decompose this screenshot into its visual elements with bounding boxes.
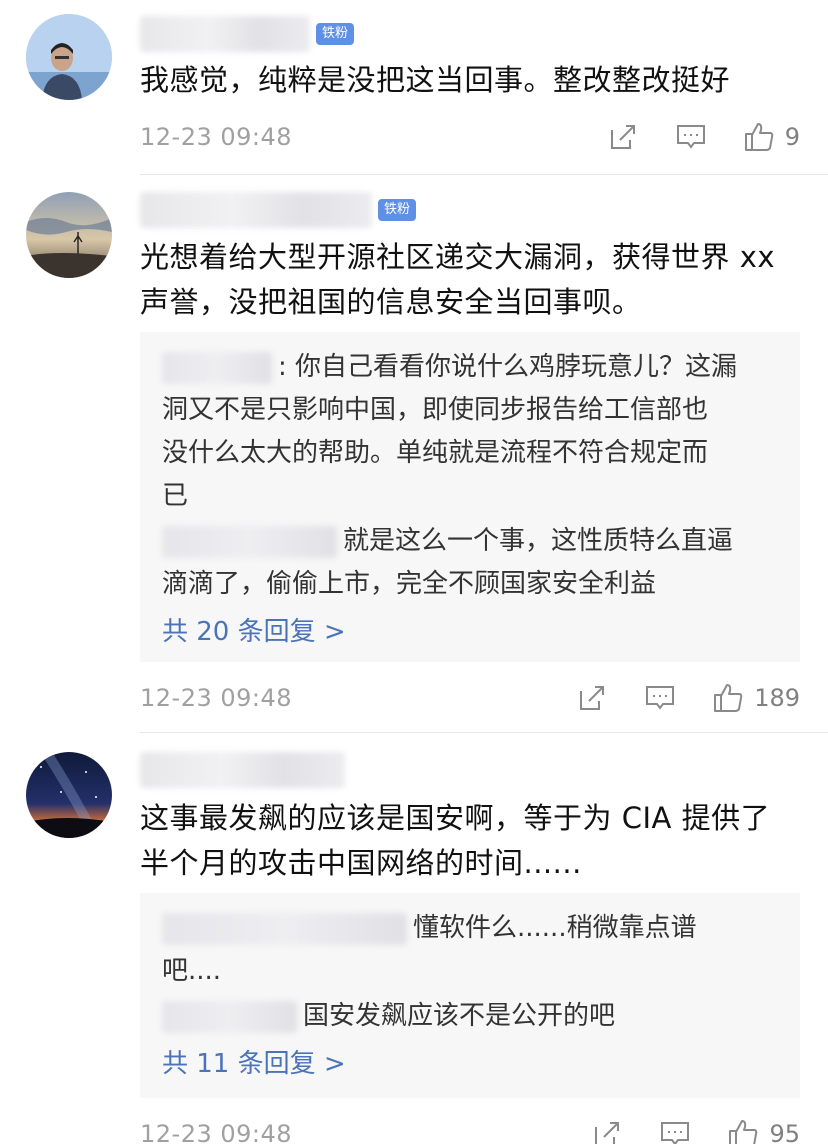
reply-line: 国安发飙应该不是公开的吧 — [162, 995, 778, 1038]
username-row: 铁粉 — [140, 190, 417, 230]
view-all-replies-link[interactable]: 共 11 条回复 > — [162, 1044, 778, 1084]
reply-item[interactable]: 懂软件么......稍微靠点谱 吧.... — [162, 907, 778, 993]
username-blurred[interactable] — [140, 752, 345, 788]
thumbs-up-icon[interactable] — [743, 121, 775, 153]
reply-line: 没什么太大的帮助。单纯就是流程不符合规定而 — [162, 438, 709, 468]
reply-line: 已 — [162, 481, 189, 511]
username-row — [140, 750, 345, 790]
divider — [140, 732, 828, 733]
like-count: 189 — [754, 684, 800, 712]
comment-time: 12-23 09:48 — [140, 1120, 293, 1144]
action-bar: 9 — [607, 121, 800, 153]
reply-username-blurred[interactable] — [162, 912, 407, 945]
avatar[interactable] — [26, 14, 112, 100]
username-blurred[interactable] — [140, 192, 372, 228]
reply-line: 滴滴了，偷偷上市，完全不顾国家安全利益 — [162, 569, 657, 599]
avatar-image — [26, 192, 112, 278]
comment-footer: 12-23 09:48 189 — [140, 678, 800, 718]
reply-username-blurred[interactable] — [162, 351, 272, 384]
comment-text: 这事最发飙的应该是国安啊，等于为 CIA 提供了 半个月的攻击中国网络的时间..… — [140, 796, 800, 886]
fan-badge: 铁粉 — [316, 23, 355, 45]
reply-line: 懂软件么......稍微靠点谱 — [162, 907, 778, 950]
username-row: 铁粉 — [140, 14, 355, 54]
comment-footer: 12-23 09:48 9 — [140, 117, 800, 157]
reply-item[interactable]: : 你自己看看你说什么鸡脖玩意儿？这漏 洞又不是只影响中国，即使同步报告给工信部… — [162, 346, 778, 518]
like-count: 9 — [784, 123, 800, 151]
avatar-image — [26, 752, 112, 838]
share-icon[interactable] — [591, 1118, 623, 1144]
action-bar: 189 — [576, 682, 800, 714]
thumbs-up-icon[interactable] — [712, 682, 744, 714]
comment-icon[interactable] — [659, 1118, 691, 1144]
avatar[interactable] — [26, 192, 112, 278]
comment-text-line: 光想着给大型开源社区递交大漏洞，获得世界 xx — [140, 240, 776, 274]
comment-text: 我感觉，纯粹是没把这当回事。整改整改挺好 — [140, 63, 731, 97]
reply-line: : 你自己看看你说什么鸡脖玩意儿？这漏 — [162, 346, 778, 389]
reply-item[interactable]: 国安发飙应该不是公开的吧 — [162, 995, 778, 1038]
reply-line: 洞又不是只影响中国，即使同步报告给工信部也 — [162, 395, 709, 425]
reply-preview-box[interactable]: 懂软件么......稍微靠点谱 吧.... 国安发飙应该不是公开的吧 共 11 … — [140, 893, 800, 1098]
reply-username-blurred[interactable] — [162, 525, 337, 558]
like-count: 95 — [769, 1120, 800, 1144]
comment-time: 12-23 09:48 — [140, 123, 293, 151]
comment-icon[interactable] — [644, 682, 676, 714]
view-all-replies-link[interactable]: 共 20 条回复 > — [162, 612, 778, 652]
avatar-image — [26, 14, 112, 100]
action-bar: 95 — [591, 1118, 800, 1144]
comment-footer: 12-23 09:48 95 — [140, 1114, 800, 1144]
comment-text-line: 声誉，没把祖国的信息安全当回事呗。 — [140, 285, 642, 319]
divider — [140, 174, 828, 175]
thumbs-up-icon[interactable] — [727, 1118, 759, 1144]
reply-preview-box[interactable]: : 你自己看看你说什么鸡脖玩意儿？这漏 洞又不是只影响中国，即使同步报告给工信部… — [140, 332, 800, 662]
username-blurred[interactable] — [140, 16, 310, 52]
comment-text-line: 这事最发飙的应该是国安啊，等于为 CIA 提供了 — [140, 801, 771, 835]
comment-icon[interactable] — [675, 121, 707, 153]
reply-line: 就是这么一个事，这性质特么直逼 — [162, 520, 778, 563]
avatar[interactable] — [26, 752, 112, 838]
share-icon[interactable] — [607, 121, 639, 153]
comment-time: 12-23 09:48 — [140, 684, 293, 712]
share-icon[interactable] — [576, 682, 608, 714]
reply-line: 吧.... — [162, 956, 222, 986]
fan-badge: 铁粉 — [378, 199, 417, 221]
reply-username-blurred[interactable] — [162, 1000, 297, 1033]
reply-item[interactable]: 就是这么一个事，这性质特么直逼 滴滴了，偷偷上市，完全不顾国家安全利益 — [162, 520, 778, 606]
comment-text-line: 半个月的攻击中国网络的时间...... — [140, 846, 582, 880]
comment-text: 光想着给大型开源社区递交大漏洞，获得世界 xx 声誉，没把祖国的信息安全当回事呗… — [140, 235, 800, 325]
